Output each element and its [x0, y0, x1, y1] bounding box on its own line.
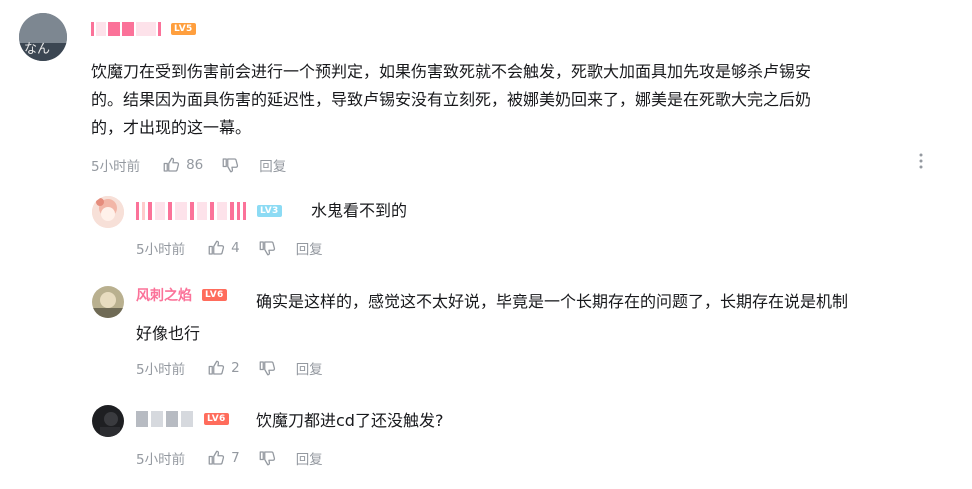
thumbs-down-icon[interactable] [221, 156, 239, 174]
reply-button[interactable]: 回复 [296, 238, 323, 258]
avatar-image [92, 286, 124, 318]
username-censor-block [142, 202, 145, 220]
username-censor-block [181, 411, 193, 427]
level-badge: LV6 [204, 413, 229, 425]
username-censor-block [108, 22, 120, 36]
username-censor-block [190, 202, 194, 220]
username-censor-block [122, 22, 134, 36]
like-button[interactable]: 4 [207, 239, 240, 257]
username-censor-block [136, 202, 139, 220]
username-censor-block [155, 202, 165, 220]
username-censor-block [210, 202, 214, 220]
comment-text-line: 确实是这样的，感觉这不太好说，毕竟是一个长期存在的问题了，长期存在说是机制 [256, 292, 849, 311]
reply-avatar[interactable] [92, 405, 124, 437]
thumbs-down-icon[interactable] [258, 359, 276, 377]
thumbs-up-icon [208, 450, 225, 465]
username-censor-block [197, 202, 207, 220]
reply-avatar[interactable] [92, 196, 124, 228]
avatar-image [92, 405, 124, 437]
level-badge: LV5 [171, 23, 196, 35]
comment-text-line: 的，才出现的这一幕。 [91, 118, 252, 137]
reply-button[interactable]: 回复 [259, 155, 286, 175]
comment-time: 5小时前 [136, 362, 186, 378]
thumbs-up-icon [208, 360, 225, 375]
comment-time: 5小时前 [136, 452, 186, 468]
username-censor-block [151, 411, 163, 427]
username-censor-block [148, 202, 152, 220]
reply-username[interactable]: LV3 [136, 202, 282, 220]
like-count: 86 [186, 157, 204, 173]
username-censor-block [243, 202, 246, 220]
reply-username[interactable]: LV6 [136, 410, 229, 428]
like-count: 4 [231, 240, 240, 256]
main-comment-avatar[interactable]: なん [19, 13, 67, 61]
username-censor-block [166, 411, 178, 427]
username-censor-block [136, 22, 156, 36]
thumbs-up-icon [163, 157, 180, 172]
main-comment-meta: 5小时前 86 回复 [91, 155, 286, 175]
more-options-icon[interactable] [918, 153, 924, 169]
level-badge: LV3 [257, 205, 282, 217]
username-censor-block [158, 22, 161, 36]
comment-time: 5小时前 [136, 242, 186, 258]
thumbs-down-icon[interactable] [258, 239, 276, 257]
username-censor-block [96, 22, 106, 36]
svg-text:なん: なん [24, 42, 50, 57]
comment-text-line: 好像也行 [136, 324, 201, 343]
username-censor-block [136, 411, 148, 427]
reply-button[interactable]: 回复 [296, 358, 323, 378]
like-button[interactable]: 7 [207, 449, 240, 467]
username-censor-block [237, 202, 240, 220]
username-censor-block [217, 202, 227, 220]
comment-time: 5小时前 [91, 159, 141, 175]
reply-meta: 5小时前 4 回复 [136, 238, 323, 258]
reply-meta: 5小时前 2 回复 [136, 358, 323, 378]
reply-meta: 5小时前 7 回复 [136, 448, 323, 468]
comment-text-line: 的。结果因为面具伤害的延迟性，导致卢锡安没有立刻死，被娜美奶回来了，娜美是在死歌… [91, 90, 812, 109]
like-count: 7 [231, 450, 240, 466]
main-comment-username[interactable]: LV5 [91, 20, 196, 38]
reply-text: 水鬼看不到的 [311, 201, 408, 220]
avatar-image [92, 196, 124, 228]
username-censor-block [91, 22, 94, 36]
username-censor-block [175, 202, 187, 220]
comment-text-line: 饮魔刀在受到伤害前会进行一个预判定，如果伤害致死就不会触发，死歌大加面具加先攻是… [91, 62, 812, 81]
like-button[interactable]: 86 [162, 156, 203, 174]
like-button[interactable]: 2 [207, 359, 240, 377]
reply-avatar[interactable] [92, 286, 124, 318]
username-censor-block [230, 202, 234, 220]
reply-text: 饮魔刀都进cd了还没触发? [256, 411, 444, 430]
reply-button[interactable]: 回复 [296, 448, 323, 468]
thumbs-down-icon[interactable] [258, 449, 276, 467]
like-count: 2 [231, 360, 240, 376]
main-comment-text: 饮魔刀在受到伤害前会进行一个预判定，如果伤害致死就不会触发，死歌大加面具加先攻是… [91, 58, 961, 142]
thumbs-up-icon [208, 240, 225, 255]
username-censor-block [168, 202, 172, 220]
reply-text: 确实是这样的，感觉这不太好说，毕竟是一个长期存在的问题了，长期存在说是机制 好像… [136, 288, 956, 348]
avatar-image: なん [19, 13, 67, 61]
